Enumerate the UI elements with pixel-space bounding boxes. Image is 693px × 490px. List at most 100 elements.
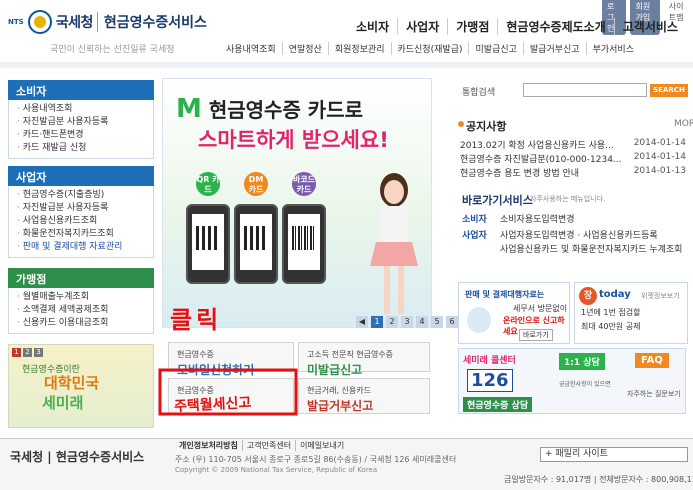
banner-pager: 1 2 3 (12, 348, 43, 357)
phone-dm-image (234, 204, 278, 284)
dm-card-badge: DM 카드 (244, 172, 268, 196)
footer-logo: 국세청 | 현금영수증서비스 (10, 450, 145, 464)
faq-button[interactable]: FAQ (635, 353, 669, 368)
sidebar-item[interactable]: 사용내역조회 (17, 103, 153, 116)
sidebar-item[interactable]: 신용카드 이용대금조회 (17, 317, 153, 330)
hero-page-button[interactable]: 6 (446, 316, 458, 328)
quick-row-text: 사업자용도입력변경 · 사업용신용카드등록 (500, 231, 658, 241)
sidebar-item[interactable]: 월별매출누계조회 (17, 291, 153, 304)
search-button[interactable]: SEARCH (650, 84, 688, 97)
box-line: 세무서 방문없이 (513, 304, 568, 313)
global-nav: 소비자 사업자 가맹점 현금영수증제도소개 고객서비스 (348, 18, 686, 35)
banner-page-button[interactable]: 1 (12, 348, 21, 357)
subnav-item[interactable]: 회원정보관리 (327, 42, 391, 55)
brand-name: 국세청 (55, 15, 94, 31)
consumer-menu-title: 소비자 (8, 80, 154, 100)
banner-page-button[interactable]: 3 (34, 348, 43, 357)
subnav-item[interactable]: 카드신청(재발급) (390, 42, 469, 55)
sidebar-item[interactable]: 카드·핸드폰변경 (17, 129, 153, 142)
consumer-menu: 소비자 사용내역조회 자진발급분 사용자등록 카드·핸드폰변경 카드 재발급 신… (8, 80, 154, 159)
privacy-policy-link[interactable]: 개인정보처리방침 (175, 440, 242, 451)
computer-icon (467, 307, 491, 333)
customer-center-link[interactable]: 고객만족센터 (241, 440, 295, 451)
footer-copyright: Copyright © 2009 National Tax Service, R… (175, 466, 378, 474)
hero-page-button[interactable]: 3 (401, 316, 413, 328)
subnav-item[interactable]: 연말정산 (281, 42, 328, 55)
unissued-report-tile[interactable]: 고소득 전문직 현금영수증 미발급신고 (298, 342, 430, 377)
handwritten-annotation: 주택월세신고 (173, 394, 252, 416)
hero-title: M 현금영수증 카드로 (176, 94, 363, 124)
tile-caption: 고소득 전문직 현금영수증 (307, 350, 394, 359)
search-input[interactable] (523, 83, 647, 97)
business-menu-title: 사업자 (8, 166, 154, 186)
chat-button[interactable]: 1:1 상담 (559, 353, 605, 370)
sidebar-item[interactable]: 화물운전자복지카드조회 (17, 228, 153, 241)
search-label: 통합검색 (462, 88, 496, 98)
hero-m-letter: M (176, 94, 202, 124)
quick-row[interactable]: 소비자 소비자용도입력변경 (462, 212, 575, 225)
sub-nav: 사용내역조회 연말정산 회원정보관리 카드신청(재발급) 미발급신고 발급거부신… (220, 42, 640, 55)
notice-title-text: 현금영수증 자진발급분(010-000-1234... (460, 155, 622, 165)
today-line: 최대 40만원 공제 (581, 322, 641, 331)
hero-page-button[interactable]: 5 (431, 316, 443, 328)
box-line: 판매 및 결제대행자료는 (465, 290, 545, 299)
footer-address: 주소 (우) 110-705 서울시 종로구 종로5길 86(수송동) / 국세… (175, 455, 457, 464)
hero-page-button[interactable]: 4 (416, 316, 428, 328)
hero-prev-button[interactable]: ◀ (356, 316, 368, 328)
notice-title-text: 현금영수증 용도 변경 방법 안내 (460, 169, 580, 179)
sidebar-item[interactable]: 자진발급분 사용자등록 (17, 202, 153, 215)
today-brand: today (599, 289, 631, 300)
merchant-menu-title: 가맹점 (8, 268, 154, 288)
box-go-button[interactable]: 바로가기 (519, 329, 553, 341)
quick-service-subtitle: 자주사용하는 메뉴입니다. (530, 195, 606, 203)
phone-qr-image (186, 204, 230, 284)
subnav-item[interactable]: 미발급신고 (468, 42, 522, 55)
banner-page-button[interactable]: 2 (23, 348, 32, 357)
gnb-business[interactable]: 사업자 (397, 18, 447, 35)
hero-page-button[interactable]: 2 (386, 316, 398, 328)
tile-title: 발급거부신고 (307, 399, 374, 413)
tile-title: 미발급신고 (307, 363, 363, 377)
sales-data-box[interactable]: 판매 및 결제대행자료는 세무서 방문없이 온라인으로 신고하세요 바로가기 (458, 282, 570, 344)
tile-caption: 현금거래, 신용카드 (307, 386, 371, 395)
sidebar-item[interactable]: 카드 재발급 신청 (17, 142, 153, 155)
quick-service-title: 바로가기서비스 (462, 194, 533, 207)
header-divider (0, 62, 693, 68)
sidebar-item[interactable]: 현금영수증(지출증빙) (17, 189, 153, 202)
footer-service: 현금영수증서비스 (55, 450, 145, 464)
send-email-link[interactable]: 이메일보내기 (295, 440, 348, 451)
receipt-consult-label: 현금영수증 상담 (463, 397, 533, 412)
sidebar-item[interactable]: 판매 및 결제대행 자료관리 (17, 241, 153, 254)
quick-row-text: 사업용신용카드 및 화물운전자복지카드 누계조회 (500, 245, 683, 255)
subnav-item[interactable]: 발급거부신고 (522, 42, 586, 55)
slogan: 국민이 신뢰하는 선진일류 국세청 (50, 45, 175, 55)
family-site-select[interactable]: + 패밀리 사이트 (540, 447, 688, 462)
hero-pager: ◀ 1 2 3 4 5 6 ▶ (356, 316, 473, 328)
today-widget[interactable]: 장 today 위젯정보보기 1년에 1번 점검할 최대 40만원 공제 (574, 282, 688, 344)
site-logo[interactable]: NTS 국세청 현금영수증서비스 (8, 10, 207, 34)
hero-page-button[interactable]: 1 (371, 316, 383, 328)
faq-subtitle: 자주하는 질문보기 (627, 390, 681, 398)
notice-date: 2014-01-13 (633, 166, 686, 176)
gnb-merchant[interactable]: 가맹점 (447, 18, 497, 35)
banner-line: 대학민국 (44, 374, 100, 392)
subnav-item[interactable]: 부가서비스 (585, 42, 640, 55)
gnb-customer-service[interactable]: 고객서비스 (613, 18, 686, 35)
refusal-report-tile[interactable]: 현금거래, 신용카드 발급거부신고 (298, 378, 430, 414)
gnb-system-intro[interactable]: 현금영수증제도소개 (497, 18, 613, 35)
notice-row[interactable]: 현금영수증 자진발급분(010-000-1234... 2014-01-14 (460, 152, 686, 165)
quick-row-text: 소비자용도입력변경 (500, 215, 575, 225)
notice-more-link[interactable]: MORE (674, 119, 693, 129)
notice-row[interactable]: 현금영수증 용도 변경 방법 안내 2014-01-13 (460, 166, 686, 179)
sidebar-item[interactable]: 사업용신용카드조회 (17, 215, 153, 228)
notice-date: 2014-01-14 (633, 138, 686, 148)
quick-row[interactable]: 사업용신용카드 및 화물운전자복지카드 누계조회 (462, 242, 682, 255)
subnav-item[interactable]: 사용내역조회 (220, 42, 282, 55)
notice-row[interactable]: 2013.02기 확정 사업용신용카드 사용... 2014-01-14 (460, 138, 686, 151)
quick-row-label: 사업자 (462, 231, 487, 241)
sidebar-item[interactable]: 소액결제 세액공제조회 (17, 304, 153, 317)
quick-row[interactable]: 사업자 사업자용도입력변경 · 사업용신용카드등록 (462, 228, 658, 241)
gnb-consumer[interactable]: 소비자 (348, 18, 397, 35)
sidebar-item[interactable]: 자진발급분 사용자등록 (17, 116, 153, 129)
visitor-counter: 금일방문자수 : 91,017명 | 전체방문자수 : 800,908,114명 (504, 475, 693, 484)
